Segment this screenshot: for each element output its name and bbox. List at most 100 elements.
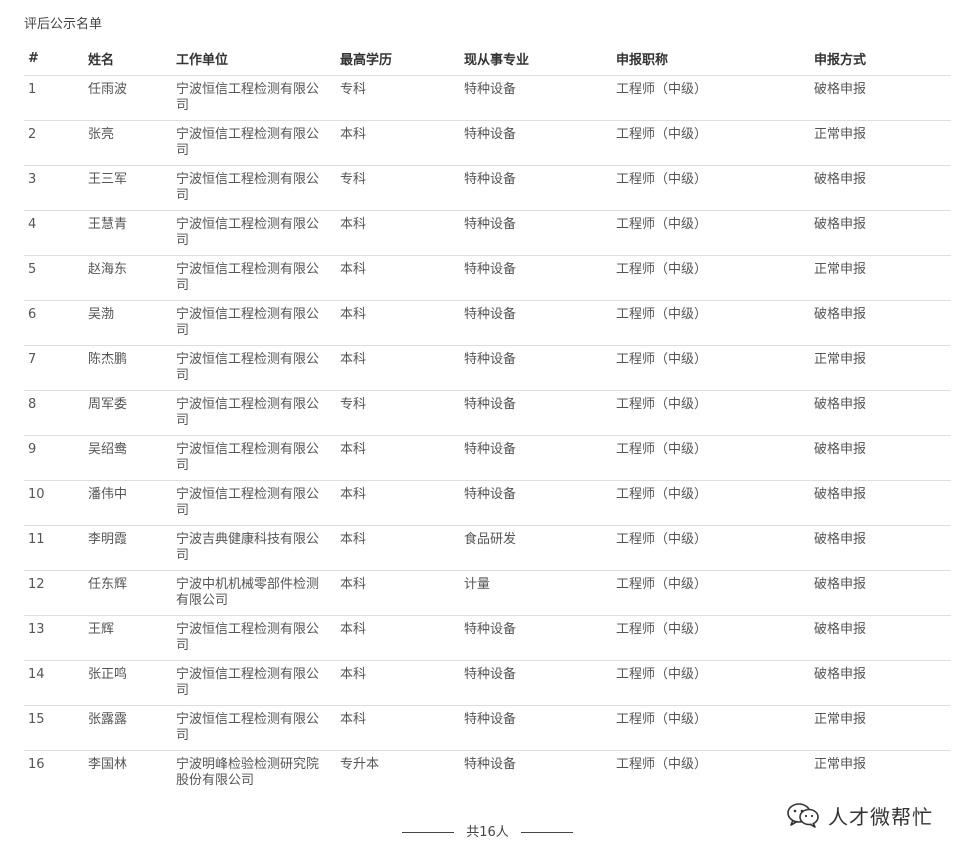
cell-major: 特种设备 <box>460 390 612 436</box>
cell-index: 13 <box>24 615 84 661</box>
cell-unit-text: 宁波恒信工程检测有限公司 <box>176 217 320 248</box>
cell-unit: 宁波恒信工程检测有限公司 <box>172 165 336 211</box>
cell-education: 本科 <box>336 570 460 616</box>
table-header-row: # 姓名 工作单位 最高学历 现从事专业 申报职称 申报方式 <box>24 42 951 76</box>
table-row: 15 张露露 宁波恒信工程检测有限公司 本科 特种设备 工程师（中级） 正常申报 <box>24 705 951 751</box>
cell-education: 本科 <box>336 480 460 526</box>
cell-unit: 宁波恒信工程检测有限公司 <box>172 615 336 661</box>
cell-method: 破格申报 <box>810 615 951 661</box>
cell-index: 16 <box>28 757 45 772</box>
column-header-title: 申报职称 <box>612 42 810 76</box>
cell-method: 破格申报 <box>810 75 951 121</box>
cell-education: 本科 <box>336 345 460 391</box>
column-header-education: 最高学历 <box>336 42 460 76</box>
table-row: 4 王慧青 宁波恒信工程检测有限公司 本科 特种设备 工程师（中级） 破格申报 <box>24 210 951 256</box>
cell-index: 4 <box>24 210 84 256</box>
table-row: 12 任东辉 宁波中机机械零部件检测有限公司 本科 计量 工程师（中级） 破格申报 <box>24 570 951 616</box>
cell-name: 张露露 <box>84 705 172 751</box>
table-row: 11 李明霞 宁波吉典健康科技有限公司 本科 食品研发 工程师（中级） 破格申报 <box>24 525 951 571</box>
cell-unit: 宁波恒信工程检测有限公司 <box>172 255 336 301</box>
table-row: 16 李国林 宁波明峰检验检测研究院股份有限公司 专升本 特种设备 工程师（中级） 正常申报 <box>24 751 951 796</box>
cell-unit-text: 宁波吉典健康科技有限公司 <box>176 532 320 563</box>
cell-unit: 宁波恒信工程检测有限公司 <box>172 345 336 391</box>
cell-unit: 宁波恒信工程检测有限公司 <box>172 120 336 166</box>
cell-unit-text: 宁波恒信工程检测有限公司 <box>176 262 320 293</box>
cell-unit-text: 宁波恒信工程检测有限公司 <box>176 172 320 203</box>
cell-title: 工程师（中级） <box>612 435 810 481</box>
cell-name: 潘伟中 <box>84 480 172 526</box>
cell-method: 破格申报 <box>810 570 951 616</box>
cell-index: 6 <box>24 300 84 346</box>
cell-index: 10 <box>24 480 84 526</box>
wechat-icon <box>787 803 819 828</box>
cell-title: 工程师（中级） <box>612 570 810 616</box>
cell-name: 王慧青 <box>84 210 172 256</box>
cell-unit-text: 宁波恒信工程检测有限公司 <box>176 82 320 113</box>
cell-major: 特种设备 <box>460 705 612 751</box>
column-header-method: 申报方式 <box>810 42 951 76</box>
cell-major: 特种设备 <box>460 120 612 166</box>
cell-method: 破格申报 <box>810 435 951 481</box>
cell-major: 计量 <box>460 570 612 616</box>
cell-title: 工程师（中级） <box>612 660 810 706</box>
cell-index: 5 <box>24 255 84 301</box>
cell-unit-text: 宁波恒信工程检测有限公司 <box>176 712 320 743</box>
cell-unit-text: 宁波中机机械零部件检测有限公司 <box>176 577 320 608</box>
cell-method: 正常申报 <box>810 705 951 751</box>
cell-education: 本科 <box>336 255 460 301</box>
cell-education: 本科 <box>336 615 460 661</box>
cell-title: 工程师（中级） <box>612 210 810 256</box>
cell-name: 王辉 <box>84 615 172 661</box>
cell-name: 吴绍鸯 <box>84 435 172 481</box>
cell-unit: 宁波恒信工程检测有限公司 <box>172 75 336 121</box>
cell-unit-text: 宁波恒信工程检测有限公司 <box>176 307 320 338</box>
cell-method: 破格申报 <box>810 480 951 526</box>
cell-unit: 宁波明峰检验检测研究院股份有限公司 <box>172 751 336 796</box>
cell-index: 9 <box>24 435 84 481</box>
cell-index: 12 <box>24 570 84 616</box>
table-row: 13 王辉 宁波恒信工程检测有限公司 本科 特种设备 工程师（中级） 破格申报 <box>24 615 951 661</box>
cell-index: 7 <box>24 345 84 391</box>
cell-method: 破格申报 <box>810 390 951 436</box>
cell-title: 工程师（中级） <box>612 615 810 661</box>
cell-unit-text: 宁波恒信工程检测有限公司 <box>176 442 320 473</box>
cell-name: 吴渤 <box>84 300 172 346</box>
watermark-label: 人才微帮忙 <box>828 804 933 829</box>
cell-major: 特种设备 <box>460 300 612 346</box>
cell-education: 本科 <box>336 525 460 571</box>
cell-major: 特种设备 <box>460 165 612 211</box>
table-body: 1 任雨波 宁波恒信工程检测有限公司 专科 特种设备 工程师（中级） 破格申报 2 张亮 宁波恒信… <box>24 75 951 796</box>
cell-method: 正常申报 <box>810 120 951 166</box>
cell-name: 任雨波 <box>84 75 172 121</box>
cell-name: 张正鸣 <box>84 660 172 706</box>
cell-index: 8 <box>24 390 84 436</box>
cell-name: 任东辉 <box>84 570 172 616</box>
cell-title: 工程师（中级） <box>612 120 810 166</box>
cell-name: 赵海东 <box>84 255 172 301</box>
cell-name: 李国林 <box>88 757 128 772</box>
cell-unit: 宁波恒信工程检测有限公司 <box>172 480 336 526</box>
cell-unit: 宁波恒信工程检测有限公司 <box>172 705 336 751</box>
cell-unit-text: 宁波恒信工程检测有限公司 <box>176 622 320 653</box>
cell-title: 工程师（中级） <box>612 390 810 436</box>
cell-title: 工程师（中级） <box>612 255 810 301</box>
cell-method: 正常申报 <box>814 757 867 772</box>
cell-index: 11 <box>24 525 84 571</box>
cell-name: 张亮 <box>84 120 172 166</box>
cell-title: 工程师（中级） <box>612 525 810 571</box>
cell-unit-text: 宁波明峰检验检测研究院股份有限公司 <box>176 757 320 788</box>
table-row: 5 赵海东 宁波恒信工程检测有限公司 本科 特种设备 工程师（中级） 正常申报 <box>24 255 951 301</box>
table-row: 6 吴渤 宁波恒信工程检测有限公司 本科 特种设备 工程师（中级） 破格申报 <box>24 300 951 346</box>
cell-education: 本科 <box>336 660 460 706</box>
cell-education: 本科 <box>336 435 460 481</box>
cell-title: 工程师（中级） <box>612 75 810 121</box>
cell-education: 本科 <box>336 120 460 166</box>
cell-education: 专科 <box>336 390 460 436</box>
column-header-unit: 工作单位 <box>172 42 336 76</box>
cell-method: 破格申报 <box>810 300 951 346</box>
cell-major: 特种设备 <box>464 757 517 772</box>
cell-index: 15 <box>24 705 84 751</box>
table-row: 3 王三军 宁波恒信工程检测有限公司 专科 特种设备 工程师（中级） 破格申报 <box>24 165 951 211</box>
cell-major: 特种设备 <box>460 435 612 481</box>
cell-education: 本科 <box>336 300 460 346</box>
